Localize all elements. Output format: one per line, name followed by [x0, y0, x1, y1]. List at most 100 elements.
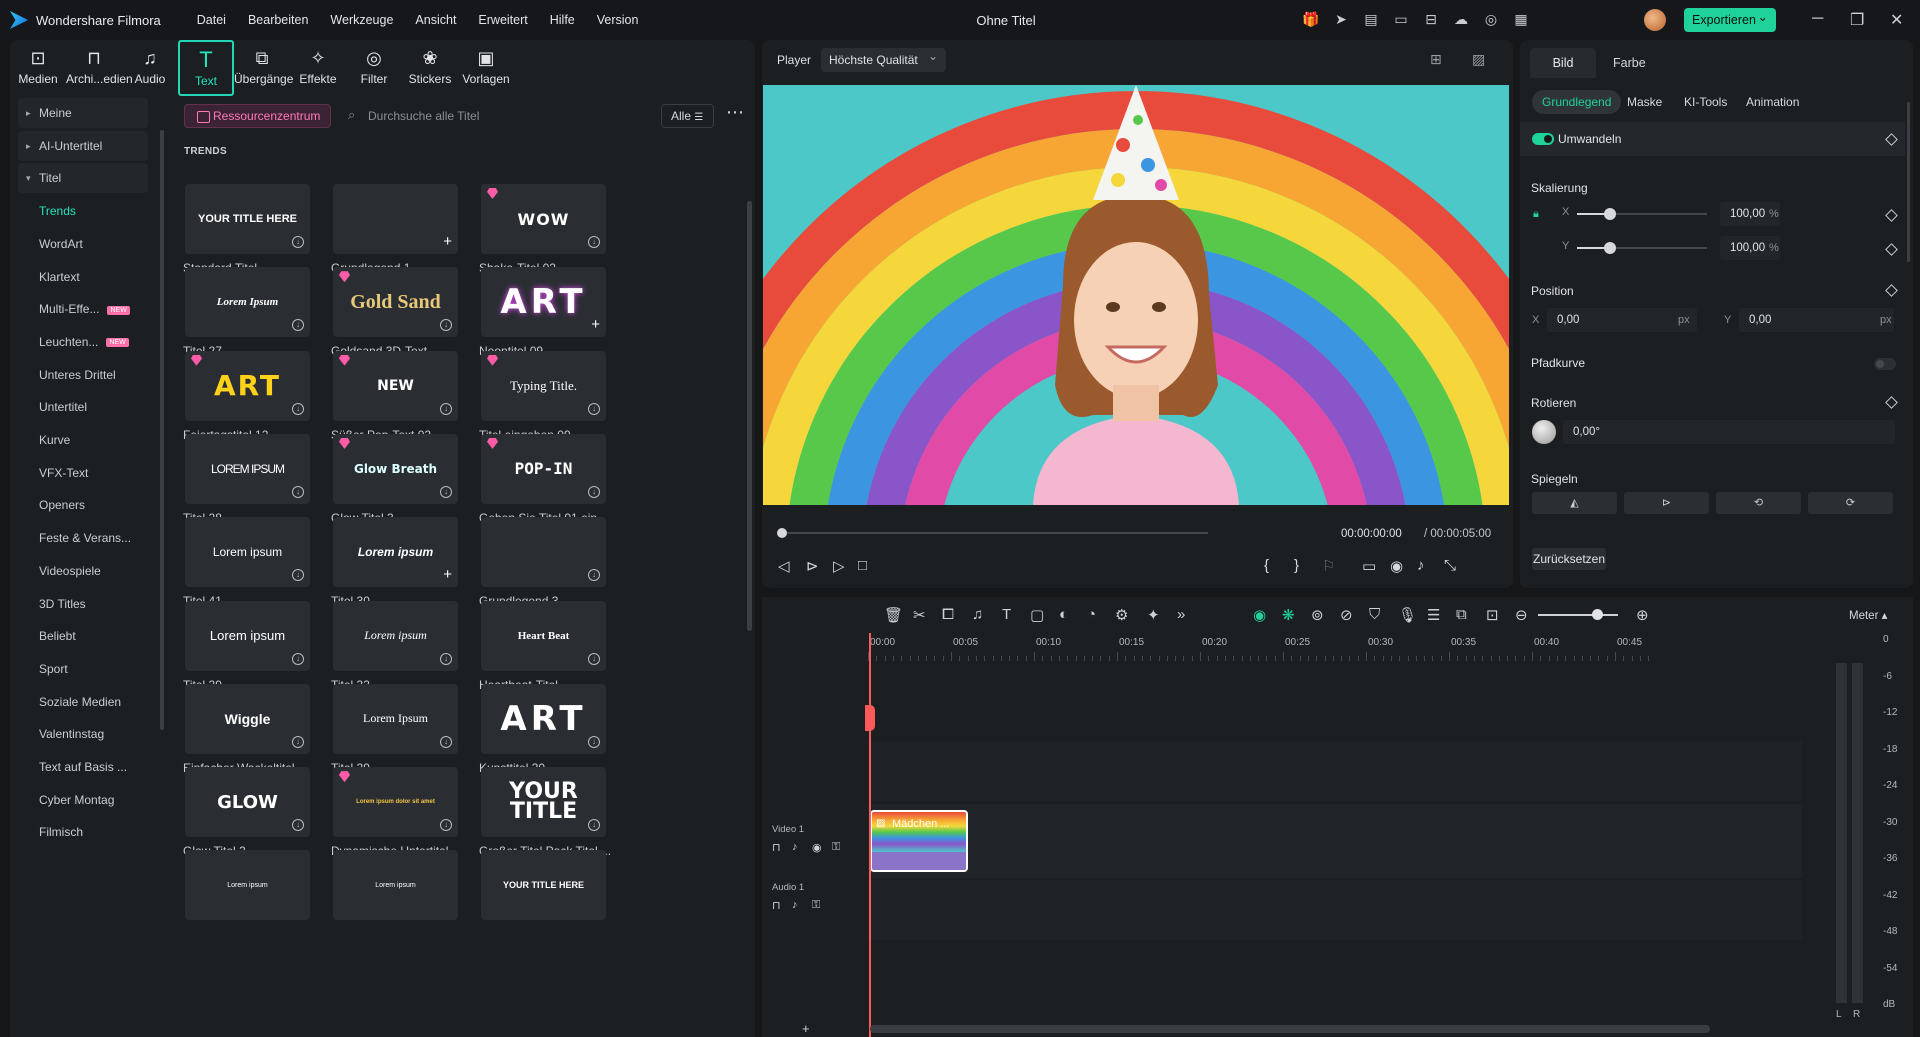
- download-icon[interactable]: ↓: [440, 652, 452, 665]
- title-thumbnail[interactable]: Lorem ipsum dolor sit amet ↓: [333, 767, 458, 838]
- zoom-in-icon[interactable]: ⊕: [1636, 606, 1649, 624]
- download-icon[interactable]: ↓: [440, 319, 452, 332]
- title-thumbnail[interactable]: ART +: [481, 267, 606, 338]
- resource-center-button[interactable]: Ressourcenzentrum: [184, 104, 331, 128]
- sidebar-item-5[interactable]: Klartext: [18, 262, 148, 292]
- content-scrollbar[interactable]: [747, 201, 752, 631]
- scale-y-knob[interactable]: [1603, 242, 1616, 254]
- download-icon[interactable]: ↓: [292, 236, 304, 248]
- download-icon[interactable]: ↓: [588, 569, 600, 582]
- title-thumbnail[interactable]: GLOW ↓: [185, 767, 310, 838]
- sidebar-item-22[interactable]: Filmisch: [18, 817, 148, 847]
- title-thumbnail[interactable]: Wiggle ↓: [185, 683, 310, 754]
- title-thumbnail[interactable]: Heart Beat ↓: [481, 600, 606, 671]
- download-icon[interactable]: ↓: [588, 485, 600, 498]
- timeline-scrollbar[interactable]: [870, 1025, 1710, 1033]
- download-icon[interactable]: ↓: [588, 402, 600, 415]
- lock-ratio-icon[interactable]: 🔒︎: [1533, 208, 1539, 221]
- title-thumbnail[interactable]: Lorem ipsum ↓: [333, 600, 458, 671]
- close-icon[interactable]: ✕: [1890, 10, 1903, 30]
- title-card[interactable]: YOUR TITLE HERE: [479, 850, 639, 948]
- tool-vorlagen[interactable]: ▣ Vorlagen: [458, 40, 514, 96]
- tab-bild[interactable]: Bild: [1530, 48, 1596, 78]
- download-icon[interactable]: ↓: [440, 819, 452, 832]
- sidebar-item-6[interactable]: Multi-Effe... NEW: [18, 294, 148, 324]
- subtab-ki-tools[interactable]: KI-Tools: [1674, 90, 1737, 114]
- rotate-input[interactable]: 0,00°: [1563, 420, 1895, 444]
- export-button[interactable]: Exportieren: [1684, 5, 1776, 32]
- download-icon[interactable]: ↓: [588, 652, 600, 665]
- gift-icon[interactable]: 🎁: [1302, 10, 1320, 28]
- more-options-icon[interactable]: ⋯: [726, 102, 745, 123]
- menu-erweitert[interactable]: Erweitert: [478, 13, 527, 27]
- mark-in-icon[interactable]: {: [1264, 557, 1269, 574]
- title-thumbnail[interactable]: Lorem ipsum +: [333, 517, 458, 588]
- download-icon[interactable]: ↓: [292, 319, 304, 332]
- prev-frame-icon[interactable]: ◁: [778, 557, 790, 575]
- color-icon[interactable]: ⚙: [1115, 606, 1128, 624]
- title-card[interactable]: Lorem ipsum: [183, 850, 343, 948]
- position-x-input[interactable]: 0,00: [1547, 308, 1697, 332]
- tool-stickers[interactable]: ❀ Stickers: [402, 40, 458, 96]
- download-icon[interactable]: ↓: [588, 819, 600, 832]
- sidebar-item-12[interactable]: Openers: [18, 490, 148, 520]
- sidebar-item-9[interactable]: Untertitel: [18, 392, 148, 422]
- title-thumbnail[interactable]: LOREM IPSUM ↓: [185, 433, 310, 504]
- scale-x-slider[interactable]: [1577, 208, 1707, 220]
- title-thumbnail[interactable]: ART ↓: [185, 350, 310, 421]
- sidebar-item-10[interactable]: Kurve: [18, 425, 148, 455]
- screen-record-icon[interactable]: ⊚: [1311, 606, 1324, 624]
- scale-y-keyframe-icon[interactable]: [1885, 243, 1898, 256]
- title-thumbnail[interactable]: YOUR TITLE HERE: [481, 850, 606, 921]
- headset-icon[interactable]: ◎: [1482, 10, 1500, 28]
- grid-view-icon[interactable]: ⊞: [1430, 51, 1442, 68]
- user-avatar[interactable]: [1644, 9, 1666, 31]
- sidebar-item-7[interactable]: Leuchten... NEW: [18, 327, 148, 357]
- flip-horizontal-button[interactable]: ◭: [1532, 492, 1617, 514]
- minimize-icon[interactable]: ─: [1812, 10, 1823, 28]
- meter-dropdown[interactable]: Meter ▴: [1849, 608, 1887, 622]
- cloud-icon[interactable]: ☁: [1452, 10, 1470, 28]
- sidebar-item-19[interactable]: Valentinstag: [18, 719, 148, 749]
- marker-icon[interactable]: ⚐: [1322, 557, 1335, 575]
- flip-vertical-button[interactable]: ⊳: [1624, 492, 1709, 514]
- search-input[interactable]: [368, 104, 588, 128]
- snap-icon[interactable]: ❋: [1282, 606, 1295, 624]
- rotate-right-button[interactable]: ⟳: [1808, 492, 1893, 514]
- video-preview[interactable]: [763, 85, 1509, 505]
- shape-icon[interactable]: ▢: [1030, 606, 1044, 624]
- fit-icon[interactable]: ⊡: [1486, 606, 1499, 624]
- sidebar-item-20[interactable]: Text auf Basis ...: [18, 752, 148, 782]
- subtitle-icon[interactable]: ☰: [1427, 606, 1440, 624]
- save-icon[interactable]: ⊟: [1422, 10, 1440, 28]
- monitor-icon[interactable]: ▭: [1392, 10, 1410, 28]
- display-icon[interactable]: ▭: [1362, 557, 1376, 575]
- menu-version[interactable]: Version: [597, 13, 639, 27]
- playhead[interactable]: [869, 633, 871, 1037]
- menu-bearbeiten[interactable]: Bearbeiten: [248, 13, 308, 27]
- menu-hilfe[interactable]: Hilfe: [550, 13, 575, 27]
- download-icon[interactable]: ↓: [588, 236, 600, 248]
- title-thumbnail[interactable]: Lorem Ipsum ↓: [185, 267, 310, 338]
- fullscreen-icon[interactable]: ⤡: [1444, 557, 1456, 574]
- zoom-slider[interactable]: [1538, 614, 1618, 616]
- title-thumbnail[interactable]: POP-IN ↓: [481, 433, 606, 504]
- add-icon[interactable]: +: [443, 566, 452, 583]
- title-thumbnail[interactable]: ART ↓: [481, 683, 606, 754]
- download-icon[interactable]: ↓: [440, 485, 452, 498]
- mark-out-icon[interactable]: }: [1294, 557, 1299, 574]
- video-clip[interactable]: ▨ Mädchen ...: [870, 810, 968, 872]
- sidebar-item-4[interactable]: WordArt: [18, 229, 148, 259]
- title-card[interactable]: Lorem ipsum: [331, 850, 491, 948]
- playhead-handle[interactable]: [865, 705, 875, 731]
- scale-y-slider[interactable]: [1577, 242, 1707, 254]
- sidebar-item-2[interactable]: Titel: [18, 163, 148, 194]
- tool-text[interactable]: T Text: [178, 40, 234, 96]
- quality-dropdown[interactable]: Höchste Qualität: [821, 44, 946, 72]
- zoom-out-icon[interactable]: ⊖: [1515, 606, 1528, 624]
- tool-audio[interactable]: ♫ Audio: [122, 40, 178, 96]
- playback-knob[interactable]: [777, 528, 787, 538]
- snapshot-view-icon[interactable]: ▨: [1472, 51, 1485, 68]
- sidebar-item-18[interactable]: Soziale Medien: [18, 687, 148, 717]
- menu-datei[interactable]: Datei: [197, 13, 226, 27]
